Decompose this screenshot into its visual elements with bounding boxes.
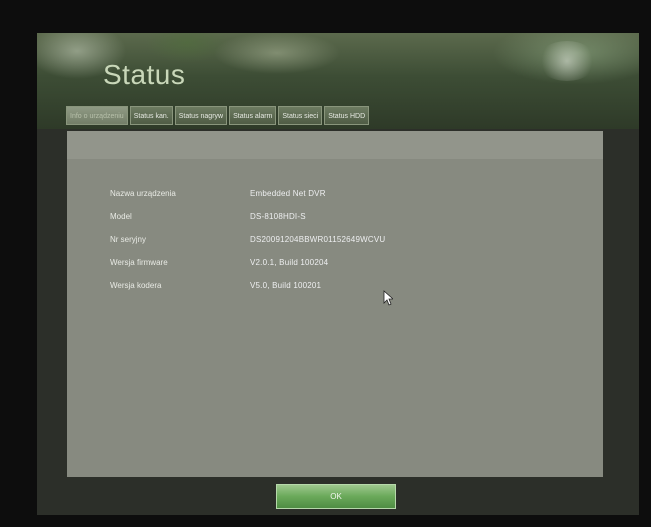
info-label: Model [110, 212, 132, 221]
info-row-firmware: Wersja firmware V2.0.1, Build 100204 [67, 258, 603, 274]
tab-hdd-status[interactable]: Status HDD [324, 106, 370, 125]
info-label: Nazwa urządzenia [110, 189, 176, 198]
info-label: Wersja firmware [110, 258, 168, 267]
info-row-serial: Nr seryjny DS20091204BBWR01152649WCVU [67, 235, 603, 251]
tab-device-info[interactable]: Info o urządzeniu [66, 106, 128, 125]
ok-button[interactable]: OK [276, 484, 396, 509]
info-row-model: Model DS-8108HDI-S [67, 212, 603, 228]
tab-alarm-status[interactable]: Status alarm [229, 106, 277, 125]
info-label: Wersja kodera [110, 281, 162, 290]
device-info-panel: Nazwa urządzenia Embedded Net DVR Model … [67, 131, 603, 477]
info-row-device-name: Nazwa urządzenia Embedded Net DVR [67, 189, 603, 205]
dvr-screen: Status Info o urządzeniu Status kan. Sta… [37, 33, 639, 515]
panel-header-strip [67, 131, 603, 159]
info-value: V2.0.1, Build 100204 [250, 258, 329, 267]
info-value: V5.0, Build 100201 [250, 281, 322, 290]
tab-record-status[interactable]: Status nagryw [174, 106, 228, 125]
header-banner: Status Info o urządzeniu Status kan. Sta… [37, 33, 639, 129]
tab-channel-status[interactable]: Status kan. [129, 106, 173, 125]
tab-network-status[interactable]: Status sieci [278, 106, 323, 125]
brand-logo-icon [537, 41, 597, 81]
info-row-encoder: Wersja kodera V5.0, Build 100201 [67, 281, 603, 297]
tab-bar: Info o urządzeniu Status kan. Status nag… [66, 106, 370, 125]
info-value: DS20091204BBWR01152649WCVU [250, 235, 386, 244]
info-label: Nr seryjny [110, 235, 147, 244]
info-value: DS-8108HDI-S [250, 212, 306, 221]
page-title: Status [103, 59, 186, 90]
mouse-cursor-icon [383, 290, 393, 306]
info-value: Embedded Net DVR [250, 189, 326, 198]
